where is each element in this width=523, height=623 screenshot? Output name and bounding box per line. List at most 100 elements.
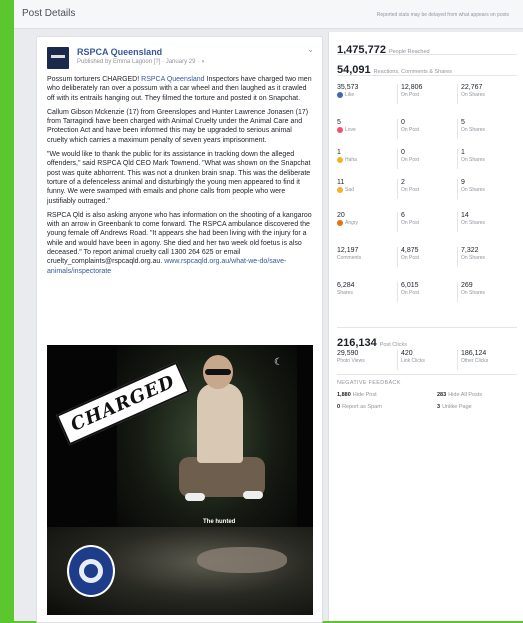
sad-icon xyxy=(337,187,343,193)
badge-center xyxy=(84,564,98,578)
stat-label: On Post xyxy=(401,255,420,261)
angry-icon xyxy=(337,220,343,226)
reaction-row: 6,284 Shares 6,015 On Post 269 On Shares xyxy=(337,282,517,302)
divider xyxy=(457,179,458,199)
stat-label: On Shares xyxy=(461,255,485,261)
divider xyxy=(397,84,398,104)
stat-value: 11 xyxy=(337,179,345,186)
stat-cell: 6,015 On Post xyxy=(401,282,459,296)
negative-label: Hide Post xyxy=(352,392,377,398)
stat-label-row: On Shares xyxy=(461,92,519,98)
divider xyxy=(457,119,458,139)
post-paragraph: Callum Gibson Mckenzie (17) from Greensl… xyxy=(47,108,313,145)
stat-cell: 11 Sad xyxy=(337,179,395,193)
page-name-link[interactable]: RSPCA Queensland xyxy=(77,47,162,57)
divider xyxy=(397,149,398,169)
stat-cell: 12,806 On Post xyxy=(401,84,459,98)
divider xyxy=(397,282,398,302)
photo-shoe xyxy=(243,491,263,499)
stat-label-row: On Post xyxy=(401,92,459,98)
stat-label: On Post xyxy=(401,290,420,296)
avatar-logo-icon xyxy=(51,55,65,58)
negative-item: 3 Unlike Page xyxy=(437,404,472,410)
stat-cell: 22,767 On Shares xyxy=(461,84,519,98)
divider xyxy=(457,282,458,302)
stat-cell: 4,875 On Post xyxy=(401,247,459,261)
stat-value: 29,590 xyxy=(337,350,359,357)
divider xyxy=(457,84,458,104)
stat-value: 6,284 xyxy=(337,282,355,289)
stat-label-row: Angry xyxy=(337,220,395,226)
stat-label: Like xyxy=(345,92,355,98)
stat-label-row: Love xyxy=(337,127,395,133)
stat-label-row: On Post xyxy=(401,127,459,133)
divider xyxy=(397,247,398,267)
divider xyxy=(457,212,458,232)
reaction-row: 1 Haha 0 On Post 1 On Shares xyxy=(337,149,517,169)
delay-note: Reported stats may be delayed from what … xyxy=(376,12,509,18)
post-photo[interactable]: ☾ CHARGED The hunted xyxy=(47,345,313,615)
stat-value: 1 xyxy=(461,149,465,156)
stat-value: 12,197 xyxy=(337,247,359,254)
divider xyxy=(337,54,517,55)
stat-label: Photo Views xyxy=(337,358,365,364)
negative-feedback-title: NEGATIVE FEEDBACK xyxy=(337,380,401,386)
stat-value: 269 xyxy=(461,282,473,289)
window-header: Post Details Reported stats may be delay… xyxy=(14,0,523,29)
reaction-row: 35,573 Like 12,806 On Post 22,767 On Shares xyxy=(337,84,517,104)
stat-cell: 1 On Shares xyxy=(461,149,519,163)
stat-value: 5 xyxy=(337,119,341,126)
page-avatar[interactable] xyxy=(47,47,69,69)
photo-person xyxy=(197,383,243,463)
rspca-badge-icon xyxy=(67,545,115,597)
stat-value: 22,767 xyxy=(461,84,483,91)
reaction-row: 11 Sad 2 On Post 9 On Shares xyxy=(337,179,517,199)
stat-cell: 12,197 Comments xyxy=(337,247,395,261)
stat-value: 6,015 xyxy=(401,282,419,289)
post-paragraph: Possum torturers CHARGED! RSPCA Queensla… xyxy=(47,75,313,103)
stat-label-row: On Post xyxy=(401,290,459,296)
stat-value: 35,573 xyxy=(337,84,359,91)
stat-cell: 2 On Post xyxy=(401,179,459,193)
stat-label: Angry xyxy=(345,220,359,226)
stat-label: On Post xyxy=(401,92,420,98)
post-paragraph: "We would like to thank the public for i… xyxy=(47,150,313,206)
negative-label: Report as Spam xyxy=(342,404,382,410)
stat-cell: 6 On Post xyxy=(401,212,459,226)
like-icon xyxy=(337,92,343,98)
stat-label: Comments xyxy=(337,255,362,261)
paragraph-text: "We would like to thank the public for i… xyxy=(47,151,311,205)
stat-label-row: On Shares xyxy=(461,255,519,261)
clicks-stat: 216,134 Post Clicks xyxy=(337,333,407,351)
post-card: RSPCA Queensland Published by Emma Lagoo… xyxy=(36,36,323,623)
photo-sunglasses xyxy=(205,369,231,375)
stat-label: On Shares xyxy=(461,290,485,296)
stat-label: Shares xyxy=(337,290,353,296)
stat-cell: 5 On Shares xyxy=(461,119,519,133)
stat-cell: 14 On Shares xyxy=(461,212,519,226)
stat-label-row: On Post xyxy=(401,157,459,163)
paragraph-text: Callum Gibson Mckenzie (17) from Greensl… xyxy=(47,108,309,144)
page-mention-link[interactable]: RSPCA Queensland xyxy=(141,76,204,83)
stat-label: On Shares xyxy=(461,127,485,133)
moon-icon: ☾ xyxy=(274,357,283,368)
negative-item: 0 Report as Spam xyxy=(337,404,382,410)
stat-value: 7,322 xyxy=(461,247,479,254)
stat-label-row: On Shares xyxy=(461,187,519,193)
divider xyxy=(397,212,398,232)
stat-cell: 1 Haha xyxy=(337,149,395,163)
post-paragraph: RSPCA Qld is also asking anyone who has … xyxy=(47,211,313,276)
chevron-down-icon[interactable]: ⌄ xyxy=(307,45,314,54)
stat-value: 6 xyxy=(401,212,405,219)
stat-cell: 269 On Shares xyxy=(461,282,519,296)
post-meta-text: Published by Emma Lagoon [?] · January 2… xyxy=(77,59,201,65)
haha-icon xyxy=(337,157,343,163)
stat-cell: 0 On Post xyxy=(401,119,459,133)
negative-value: 1,880 xyxy=(337,392,351,398)
stat-label: On Post xyxy=(401,187,420,193)
post-text: Possum torturers CHARGED! RSPCA Queensla… xyxy=(47,75,313,281)
stat-label-row: Comments xyxy=(337,255,395,261)
stat-label-row: Shares xyxy=(337,290,395,296)
stat-cell: 5 Love xyxy=(337,119,395,133)
negative-label: Hide All Posts xyxy=(448,392,483,398)
